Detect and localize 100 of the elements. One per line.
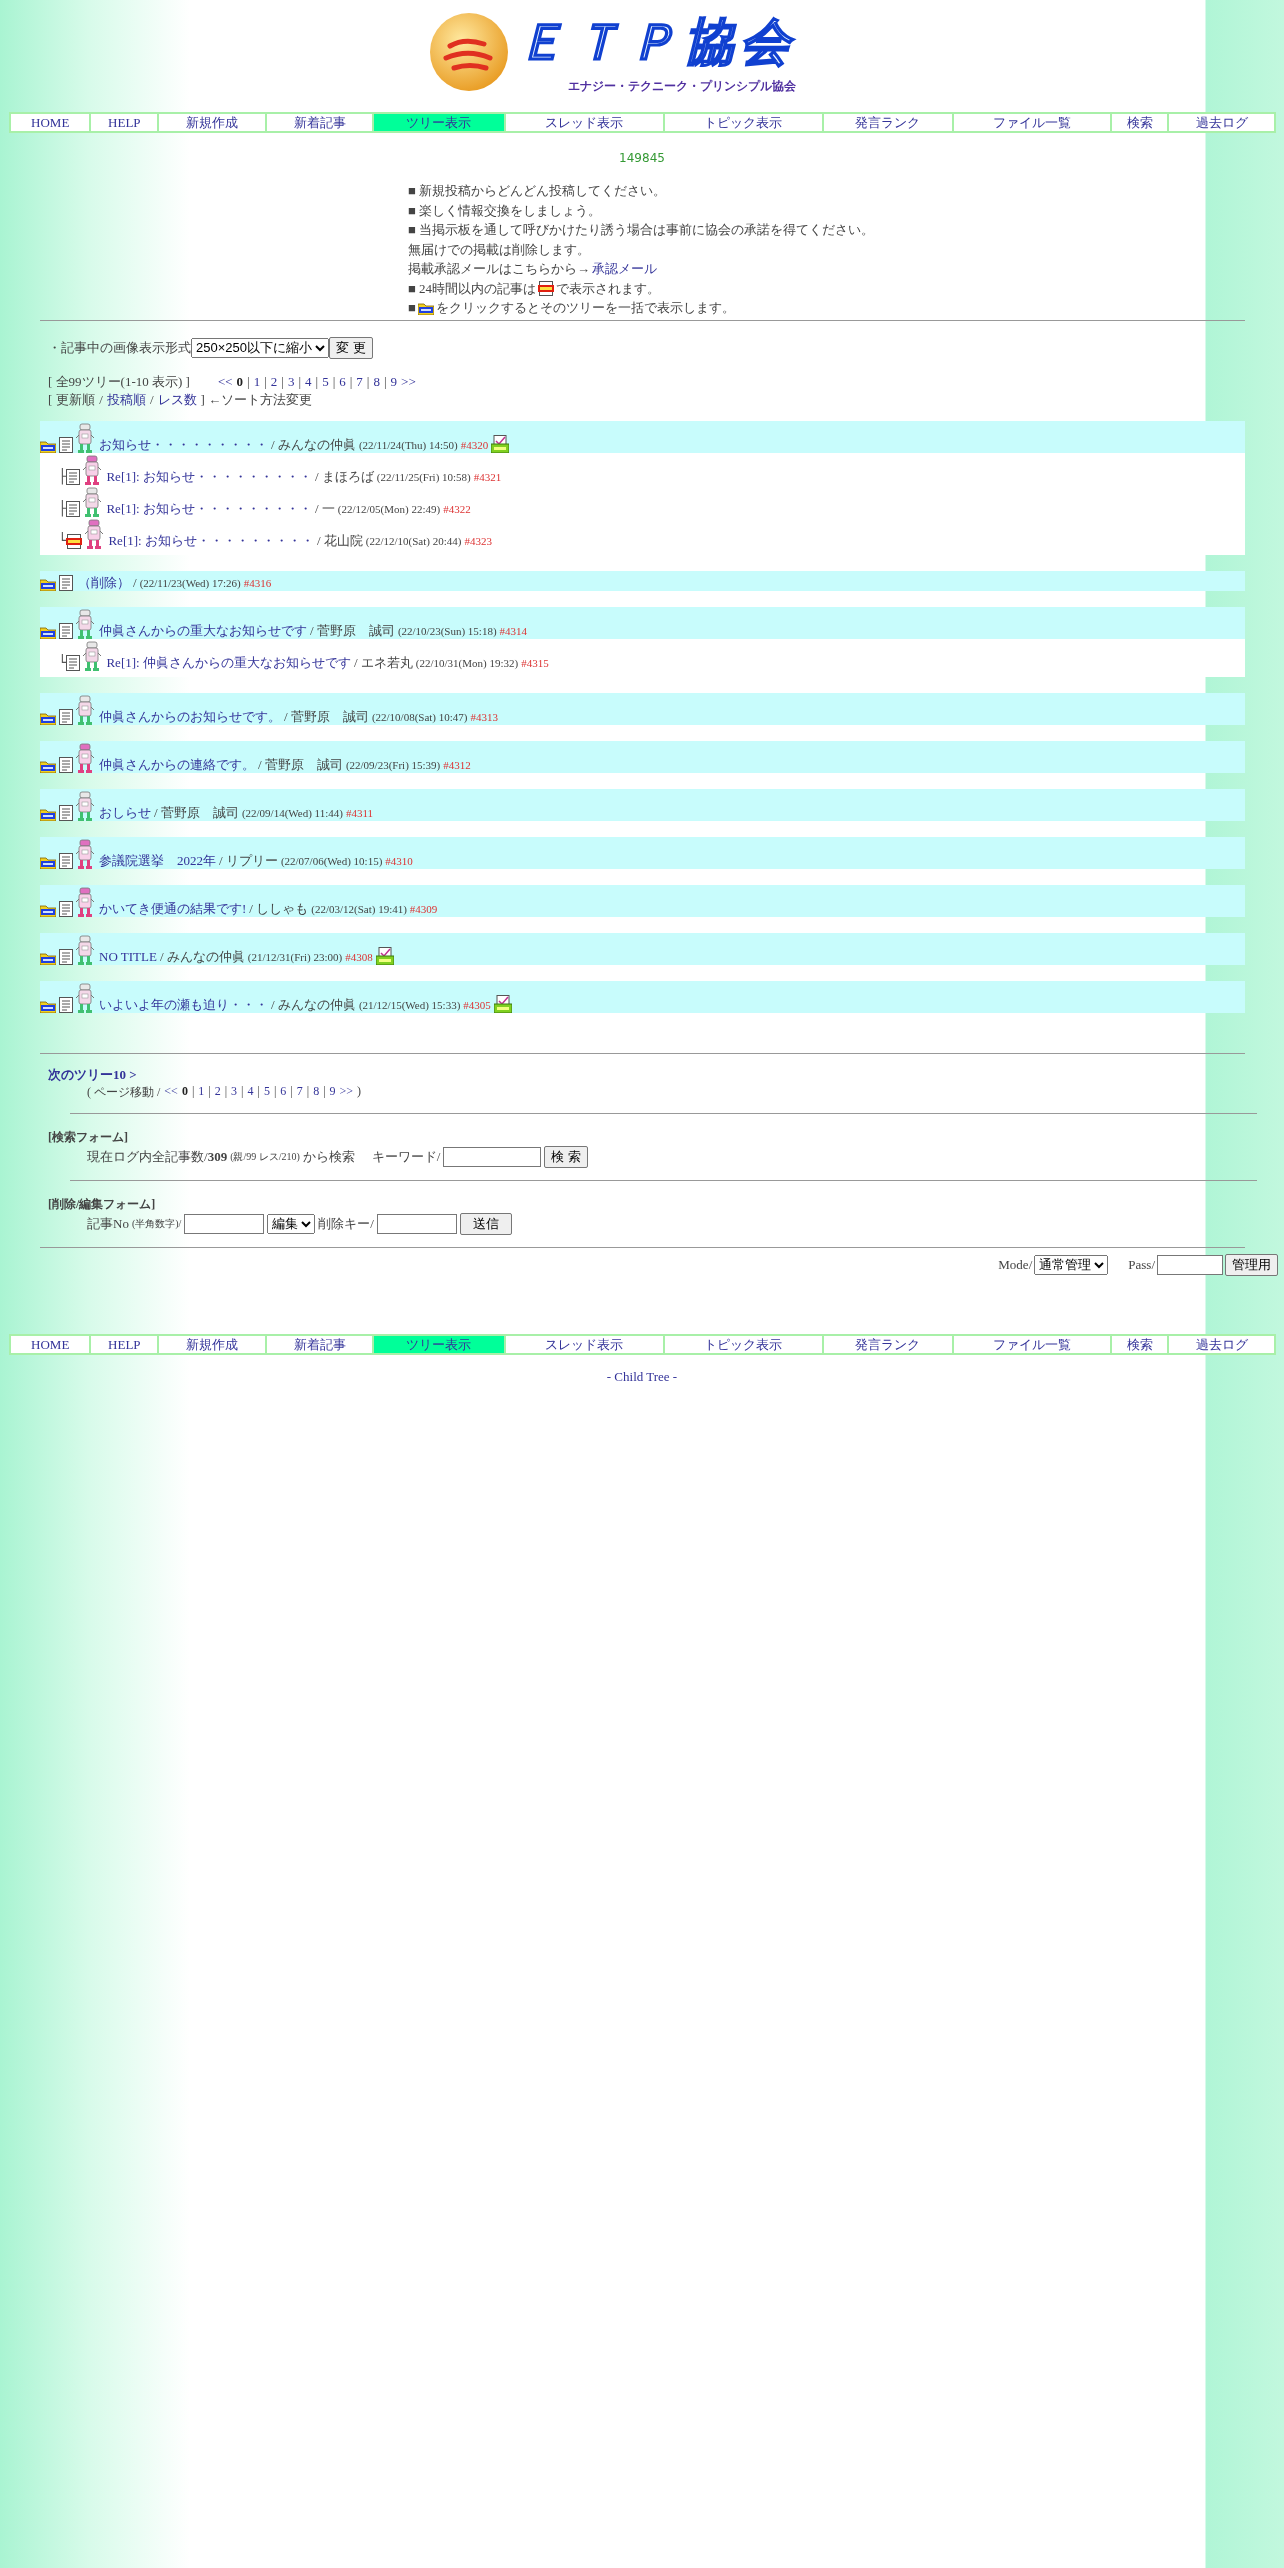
page-link[interactable]: 0 [236, 372, 244, 391]
previous-link[interactable]: << [164, 1083, 178, 1101]
sort-link[interactable]: レス数 [157, 390, 197, 409]
page-link[interactable]: 7 [356, 372, 363, 391]
folder-icon[interactable] [40, 950, 56, 965]
image-icon[interactable] [375, 946, 394, 965]
admin-mode-select[interactable]: 通常管理 [1034, 1254, 1109, 1275]
post-number: #4321 [473, 469, 502, 485]
nav-tab[interactable]: 過去ログ [1167, 114, 1274, 131]
nav-tab[interactable]: 発言ランク [821, 1335, 953, 1353]
post-number: #4322 [443, 501, 471, 517]
nav-tab[interactable]: トピック表示 [662, 114, 822, 131]
nav-tab[interactable]: 検索 [1110, 114, 1167, 131]
page-link[interactable]: 2 [214, 1083, 221, 1101]
post-number: #4309 [409, 901, 438, 917]
nav-tab[interactable]: トピック表示 [662, 1335, 822, 1353]
post-title-link[interactable]: NO TITLE [99, 948, 157, 965]
sort-note: ] ←ソート方法変更 [200, 390, 313, 409]
folder-icon[interactable] [40, 902, 56, 917]
post-title-link[interactable]: Re[1]: 仲眞さんからの重大なお知らせです [106, 654, 351, 671]
post-title-link[interactable]: かいてき便通の結果です! [99, 900, 247, 917]
nav-tab[interactable]: 検索 [1110, 1335, 1167, 1353]
page-link[interactable]: 1 [198, 1083, 205, 1101]
nav-tab[interactable]: 新規作成 [157, 114, 266, 131]
post-title-link[interactable]: Re[1]: お知らせ・・・・・・・・・ [108, 532, 314, 549]
change-button[interactable]: 変 更 [329, 336, 373, 359]
nav-tab[interactable]: ツリー表示 [372, 114, 504, 131]
nav-tab[interactable]: 新規作成 [157, 1335, 266, 1353]
post-author: / 菅野原 誠司 [310, 622, 395, 639]
page-link[interactable]: 3 [287, 372, 295, 391]
post-title-link[interactable]: いよいよ年の瀬も迫り・・・ [99, 996, 268, 1013]
next-link[interactable]: >> [401, 372, 416, 391]
page-link[interactable]: 5 [263, 1083, 270, 1101]
folder-icon[interactable] [40, 998, 56, 1013]
sort-link[interactable]: 更新順 [56, 390, 96, 409]
page-link[interactable]: 5 [322, 372, 329, 391]
image-icon[interactable] [491, 434, 510, 453]
nav-tab[interactable]: HOME [11, 114, 90, 131]
folder-icon[interactable] [40, 854, 56, 869]
image-icon[interactable] [493, 994, 512, 1013]
next-link[interactable]: >> [339, 1083, 354, 1101]
page-link[interactable]: 9 [329, 1083, 336, 1101]
folder-icon[interactable] [40, 438, 56, 453]
page-link[interactable]: 4 [247, 1083, 254, 1101]
nav-tab[interactable]: 過去ログ [1167, 1335, 1274, 1353]
approval-mail-link[interactable]: 承認メール [592, 259, 657, 279]
page-link[interactable]: 8 [313, 1083, 320, 1101]
folder-icon[interactable] [417, 300, 434, 315]
folder-icon[interactable] [40, 624, 56, 639]
previous-link[interactable]: << [217, 372, 233, 391]
page-link[interactable]: 4 [305, 372, 312, 391]
nav-tab[interactable]: スレッド表示 [503, 1335, 663, 1353]
post-author: / [133, 574, 137, 591]
nav-tab[interactable]: HELP [89, 114, 158, 131]
post-title-link[interactable]: 仲眞さんからのお知らせです。 [99, 708, 281, 725]
submit-button[interactable]: 送信 [459, 1212, 512, 1235]
article-no-field[interactable] [184, 1213, 265, 1234]
page-link[interactable]: 0 [181, 1083, 188, 1101]
action-select[interactable]: 編集 [267, 1213, 316, 1234]
admin-button[interactable]: 管理用 [1225, 1253, 1278, 1276]
page-link[interactable]: 6 [339, 372, 346, 391]
nav-tab[interactable]: HELP [89, 1335, 158, 1353]
post-author: / 花山院 [316, 532, 363, 549]
nav-tab[interactable]: 発言ランク [821, 114, 953, 131]
password-field[interactable] [1157, 1254, 1223, 1275]
nav-tab[interactable]: ファイル一覧 [952, 1335, 1111, 1353]
image-size-select[interactable]: 250×250以下に縮小 [191, 337, 329, 358]
post-title-link[interactable]: 仲眞さんからの重大なお知らせです [99, 622, 307, 639]
post-number: #4320 [460, 437, 489, 453]
folder-icon[interactable] [40, 758, 56, 773]
page-link[interactable]: 2 [270, 372, 278, 391]
page-link[interactable]: 8 [373, 372, 380, 391]
post-title-link[interactable]: Re[1]: お知らせ・・・・・・・・・ [106, 500, 312, 517]
search-button[interactable]: 検 索 [544, 1145, 589, 1168]
nav-tab[interactable]: ツリー表示 [372, 1335, 504, 1353]
nav-tab[interactable]: ファイル一覧 [952, 114, 1111, 131]
separator: | [257, 1083, 260, 1100]
post-title-link[interactable]: 参議院選挙 2022年 [99, 852, 216, 869]
delete-key-field[interactable] [376, 1213, 457, 1234]
page-link[interactable]: 6 [280, 1083, 287, 1101]
post-title-link[interactable]: おしらせ [99, 804, 151, 821]
folder-icon[interactable] [40, 710, 56, 725]
folder-icon[interactable] [40, 806, 56, 821]
post-title-link[interactable]: Re[1]: お知らせ・・・・・・・・・ [106, 468, 312, 485]
nav-tab[interactable]: スレッド表示 [503, 114, 663, 131]
keyword-field[interactable] [443, 1146, 542, 1167]
next-tree-link[interactable]: 次のツリー10 > [48, 1065, 1284, 1084]
page-link[interactable]: 9 [390, 372, 398, 391]
post-author: / 菅野原 誠司 [258, 756, 343, 773]
sort-link[interactable]: 投稿順 [106, 390, 146, 409]
post-title-link[interactable]: （削除） [78, 574, 130, 591]
page-link[interactable]: 1 [253, 372, 261, 391]
post-title-link[interactable]: 仲眞さんからの連絡です。 [99, 756, 255, 773]
visit-counter: 149845 [618, 151, 666, 165]
separator: | [383, 372, 387, 391]
post-title-link[interactable]: お知らせ・・・・・・・・・ [99, 436, 268, 453]
page-link[interactable]: 7 [296, 1083, 303, 1101]
page-link[interactable]: 3 [231, 1083, 238, 1101]
folder-icon[interactable] [40, 576, 56, 591]
nav-tab[interactable]: HOME [11, 1335, 90, 1353]
